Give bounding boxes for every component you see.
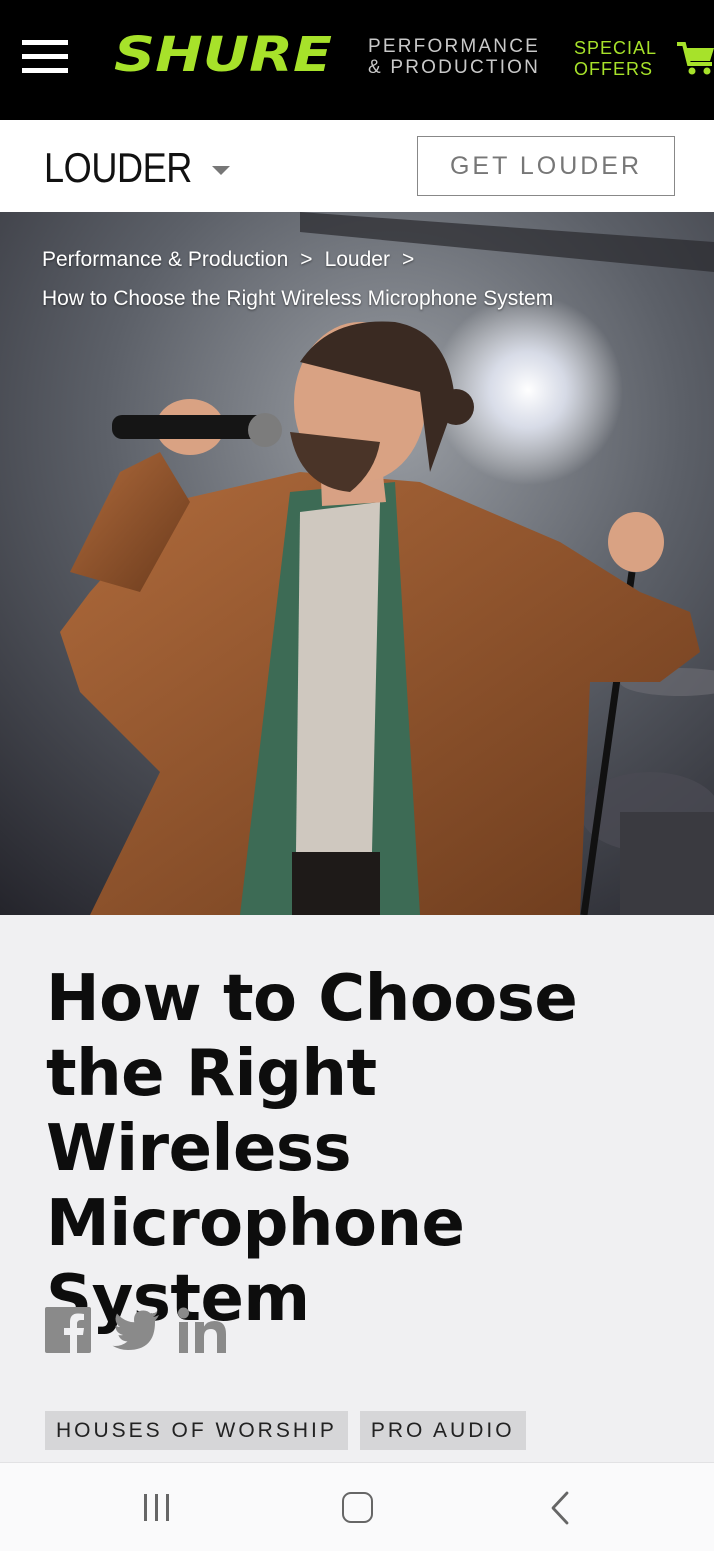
special-offers-line1: SPECIAL [574,38,658,58]
caret-down-icon [212,165,231,175]
recent-apps-icon[interactable] [142,1494,172,1522]
shopping-cart-icon[interactable] [676,40,714,76]
linkedin-icon[interactable] [178,1306,228,1354]
article-tags: HOUSES OF WORSHIP PRO AUDIO [45,1411,526,1450]
section-label-line2: & PRODUCTION [368,57,541,78]
twitter-icon[interactable] [112,1306,160,1354]
logo-text: SHURE [114,27,332,83]
breadcrumb: Performance & Production > Louder > How to … [42,240,553,318]
special-offers-link[interactable]: SPECIAL OFFERS [574,38,658,80]
back-icon[interactable] [548,1491,572,1525]
breadcrumb-item-louder[interactable]: Louder [325,248,390,271]
section-label[interactable]: PERFORMANCE & PRODUCTION [368,36,540,78]
tag-houses-of-worship[interactable]: HOUSES OF WORSHIP [45,1411,348,1450]
breadcrumb-separator: > [300,248,313,271]
louder-title: LOUDER [44,144,192,191]
louder-dropdown[interactable]: LOUDER [44,144,231,192]
section-label-line1: PERFORMANCE [368,36,540,57]
hamburger-menu-icon[interactable] [22,38,68,76]
get-louder-button[interactable]: GET LOUDER [417,136,675,196]
special-offers-line2: OFFERS [574,59,654,79]
home-icon[interactable] [342,1492,373,1523]
facebook-icon[interactable] [45,1306,91,1354]
tag-pro-audio[interactable]: PRO AUDIO [359,1411,526,1450]
article-title: How to Choose the Right Wireless Microph… [46,962,578,1336]
shure-logo[interactable]: SHURE [112,26,336,86]
breadcrumb-separator: > [401,248,415,271]
breadcrumb-item-performance-production[interactable]: Performance & Production [42,248,288,271]
breadcrumb-item-current: How to Choose the Right Wireless Microph… [42,287,554,310]
